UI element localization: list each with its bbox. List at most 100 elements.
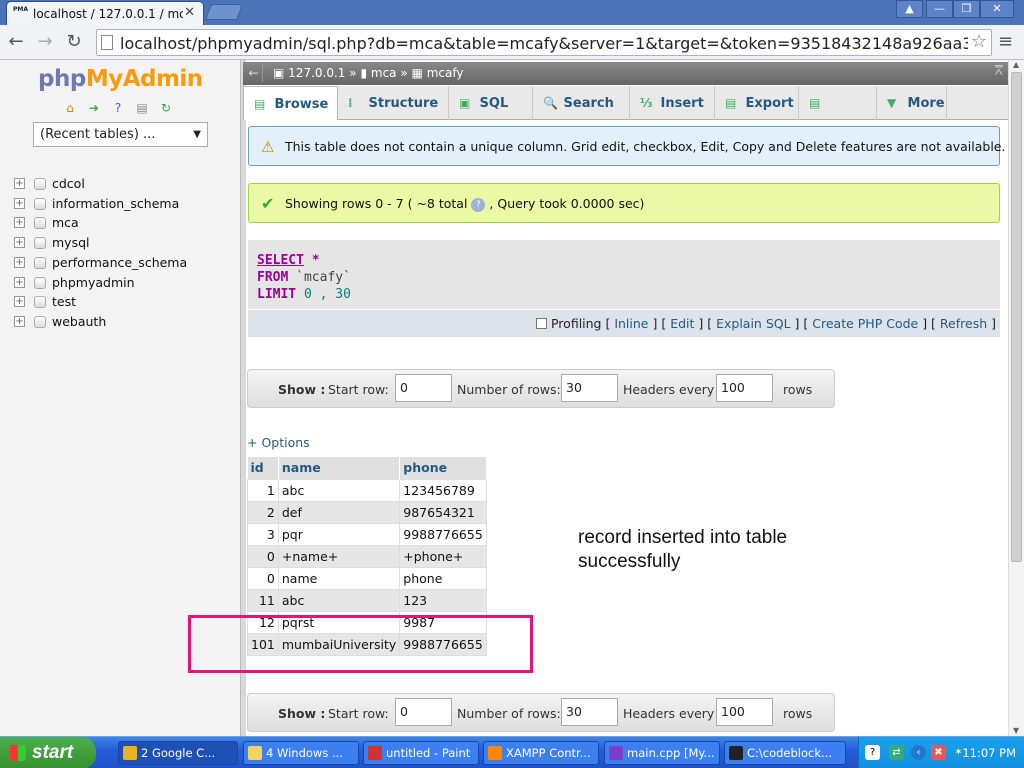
breadcrumb-db[interactable]: mca	[371, 66, 397, 80]
sidebar-item-db[interactable]: + phpmyadmin	[14, 274, 234, 292]
back-icon[interactable]: ←	[4, 30, 28, 54]
docs-icon[interactable]: ▤	[134, 100, 150, 116]
close-window-button[interactable]: ✕	[980, 0, 1014, 18]
db-name[interactable]: phpmyadmin	[52, 275, 135, 290]
db-name[interactable]: mca	[52, 215, 79, 230]
inline-link[interactable]: Inline	[614, 316, 648, 331]
expand-plus-icon[interactable]: +	[14, 315, 25, 327]
tab-sql[interactable]: ▣ SQL	[449, 86, 533, 120]
expand-plus-icon[interactable]: +	[14, 217, 25, 229]
menu-icon[interactable]: ≡	[998, 31, 1013, 52]
taskbar-button-codeblocks[interactable]: main.cpp [My...	[604, 741, 720, 765]
explain-sql-link[interactable]: Explain SQL	[716, 316, 790, 331]
expand-plus-icon[interactable]: +	[14, 237, 25, 249]
collapse-sidebar-icon[interactable]: ←	[245, 64, 263, 82]
db-name[interactable]: performance_schema	[52, 255, 187, 270]
expand-plus-icon[interactable]: +	[14, 197, 25, 209]
vertical-scrollbar[interactable]: ▲ ▼	[1008, 60, 1024, 736]
headers-every-input[interactable]: 100	[716, 698, 773, 726]
start-row-input[interactable]: 0	[395, 698, 452, 726]
options-link-text[interactable]: + Options	[247, 435, 310, 450]
taskbar-button-chrome[interactable]: 2 Google C...	[118, 741, 238, 765]
tab-browse[interactable]: ▤ Browse	[243, 86, 338, 120]
taskbar-button-explorer[interactable]: 4 Windows ...	[243, 741, 359, 765]
sidebar-item-db[interactable]: + performance_schema	[14, 254, 234, 272]
table-row[interactable]: 1 abc 123456789	[247, 478, 487, 502]
taskbar-button-paint[interactable]: untitled - Paint	[363, 741, 479, 765]
sidebar-item-db[interactable]: + cdcol	[14, 175, 234, 193]
db-name[interactable]: mysql	[52, 235, 90, 250]
scroll-top-icon[interactable]: ⩞	[994, 63, 1003, 79]
column-header-phone[interactable]: phone	[399, 457, 487, 479]
phpmyadmin-logo[interactable]: phpMyAdmin	[38, 66, 203, 92]
db-name[interactable]: test	[52, 294, 76, 309]
forward-icon[interactable]: →	[33, 30, 57, 54]
tab-import[interactable]: ▤ Import	[799, 86, 877, 145]
create-php-code-link[interactable]: Create PHP Code	[812, 316, 918, 331]
sidebar-item-db[interactable]: + mca	[14, 214, 234, 232]
tab-more[interactable]: ▼ More	[877, 86, 947, 120]
help-tray-icon[interactable]: ?	[865, 745, 880, 760]
profiling-checkbox[interactable]	[535, 318, 547, 329]
start-row-input[interactable]: 0	[395, 374, 452, 402]
expand-plus-icon[interactable]: +	[14, 276, 25, 288]
db-name[interactable]: webauth	[52, 314, 106, 329]
tab-structure[interactable]: ⁞ Structure	[338, 86, 449, 120]
db-name[interactable]: information_schema	[52, 196, 179, 211]
options-link[interactable]: + Options	[247, 435, 310, 450]
home-icon[interactable]: ⌂	[62, 100, 78, 116]
scroll-down-icon[interactable]: ▼	[1013, 726, 1019, 735]
table-row[interactable]: 3 pqr 9988776655	[247, 522, 487, 546]
help-icon[interactable]: ?	[110, 100, 126, 116]
column-header-name[interactable]: name	[278, 457, 401, 479]
taskbar-button-cmd[interactable]: C:\codeblock...	[724, 741, 846, 765]
sidebar-item-db[interactable]: + test	[14, 293, 234, 311]
xampp-tray-icon[interactable]: ✖	[931, 745, 946, 760]
logout-icon[interactable]: ➜	[86, 100, 102, 116]
cell-id: 1	[247, 478, 279, 502]
number-of-rows-input[interactable]: 30	[561, 374, 618, 402]
browser-tab[interactable]: PMA localhost / 127.0.0.1 / mca / ✕	[6, 1, 204, 25]
breadcrumb-server[interactable]: 127.0.0.1	[288, 66, 345, 80]
restore-button[interactable]: ❐	[953, 0, 980, 18]
address-bar[interactable]: localhost/phpmyadmin/sql.php?db=mca&tabl…	[96, 29, 992, 56]
headers-every-input[interactable]: 100	[716, 374, 773, 402]
tab-search[interactable]: 🔍 Search	[533, 86, 630, 120]
recent-tables-select[interactable]: (Recent tables) ... ▼	[33, 122, 208, 147]
taskbar-button-xampp[interactable]: XAMPP Contr...	[483, 741, 599, 765]
table-row[interactable]: 0 name phone	[247, 566, 487, 590]
db-name[interactable]: cdcol	[52, 176, 85, 191]
sidebar-item-db[interactable]: + information_schema	[14, 195, 234, 213]
sidebar-item-db[interactable]: + webauth	[14, 313, 234, 331]
tab-bar: ▤ Browse ⁞ Structure ▣ SQL 🔍 Search ⅓ Insert…	[243, 86, 1008, 145]
number-of-rows-input[interactable]: 30	[561, 698, 618, 726]
refresh-link[interactable]: Refresh	[940, 316, 987, 331]
table-row[interactable]: 0 +name+ +phone+	[247, 544, 487, 568]
scrollbar-thumb[interactable]	[1011, 72, 1022, 562]
reload-nav-icon[interactable]: ↻	[158, 100, 174, 116]
close-tab-icon[interactable]: ✕	[184, 5, 195, 20]
reload-icon[interactable]: ↻	[62, 30, 86, 54]
start-button[interactable]: start	[0, 737, 96, 768]
expand-plus-icon[interactable]: +	[14, 178, 25, 189]
scroll-up-icon[interactable]: ▲	[1013, 60, 1019, 69]
minimize-button[interactable]: —	[926, 0, 953, 18]
expand-plus-icon[interactable]: +	[14, 296, 25, 308]
sql-select[interactable]: SELECT	[257, 253, 304, 268]
tab-insert[interactable]: ⅓ Insert	[630, 86, 715, 120]
help-circle-icon[interactable]: ?	[471, 197, 486, 212]
column-header-id[interactable]: id	[247, 457, 279, 479]
bookmark-star-icon[interactable]: ☆	[971, 31, 987, 52]
network-tray-icon[interactable]: ⇄	[889, 745, 904, 760]
table-row[interactable]: 11 abc 123	[247, 588, 487, 612]
table-row[interactable]: 2 def 987654321	[247, 500, 487, 524]
edit-link[interactable]: Edit	[670, 316, 694, 331]
chevron-left-icon[interactable]: ‹	[911, 745, 926, 760]
new-tab-button[interactable]	[205, 4, 243, 20]
breadcrumb-table[interactable]: mcafy	[427, 66, 464, 80]
user-icon[interactable]: ▲	[896, 0, 923, 18]
tab-export[interactable]: ▤ Export	[715, 86, 799, 120]
sidebar-item-db[interactable]: + mysql	[14, 234, 234, 252]
expand-plus-icon[interactable]: +	[14, 256, 25, 268]
sql-icon: ▣	[459, 96, 471, 110]
